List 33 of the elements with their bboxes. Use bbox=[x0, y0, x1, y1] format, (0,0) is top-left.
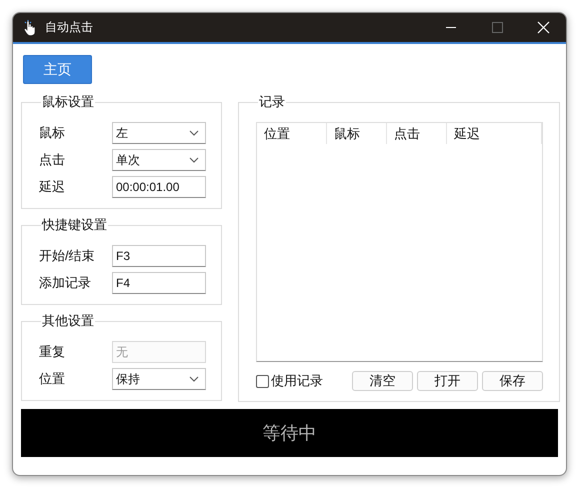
field-label: 鼠标 bbox=[39, 124, 66, 142]
field-label: 添加记录 bbox=[39, 274, 92, 292]
window-title: 自动点击 bbox=[45, 19, 93, 36]
group-title: 鼠标设置 bbox=[41, 94, 95, 110]
record-button[interactable]: 保存 bbox=[482, 371, 543, 391]
field-label: 开始/结束 bbox=[39, 247, 96, 265]
home-button[interactable]: 主页 bbox=[23, 55, 92, 84]
group-title: 其他设置 bbox=[41, 313, 95, 329]
group-title: 快捷键设置 bbox=[41, 217, 108, 233]
dropdown[interactable]: 保持 bbox=[112, 368, 206, 390]
hand-pointer-icon bbox=[23, 20, 37, 36]
chevron-down-icon bbox=[189, 376, 199, 382]
field-label: 点击 bbox=[39, 151, 66, 169]
input-field[interactable]: 00:00:01.00 bbox=[112, 176, 206, 198]
dropdown[interactable]: 单次 bbox=[112, 149, 206, 171]
dropdown[interactable]: 左 bbox=[112, 122, 206, 144]
field-label: 重复 bbox=[39, 343, 66, 361]
column-header[interactable]: 点击 bbox=[387, 123, 447, 144]
input-field[interactable]: F3 bbox=[112, 245, 206, 267]
input-field[interactable]: F4 bbox=[112, 272, 206, 294]
status-bar: 等待中 bbox=[21, 409, 558, 457]
chevron-down-icon bbox=[189, 157, 199, 163]
column-header[interactable]: 位置 bbox=[257, 123, 327, 144]
use-records-checkbox[interactable]: 使用记录 bbox=[256, 372, 323, 390]
group-title: 记录 bbox=[258, 94, 286, 110]
record-button[interactable]: 打开 bbox=[417, 371, 478, 391]
field-label: 位置 bbox=[39, 370, 66, 388]
column-header[interactable]: 延迟 bbox=[447, 123, 542, 144]
field-label: 延迟 bbox=[39, 178, 66, 196]
record-button[interactable]: 清空 bbox=[352, 371, 413, 391]
chevron-down-icon bbox=[189, 130, 199, 136]
checkbox[interactable] bbox=[256, 374, 269, 388]
column-header[interactable]: 鼠标 bbox=[327, 123, 387, 144]
